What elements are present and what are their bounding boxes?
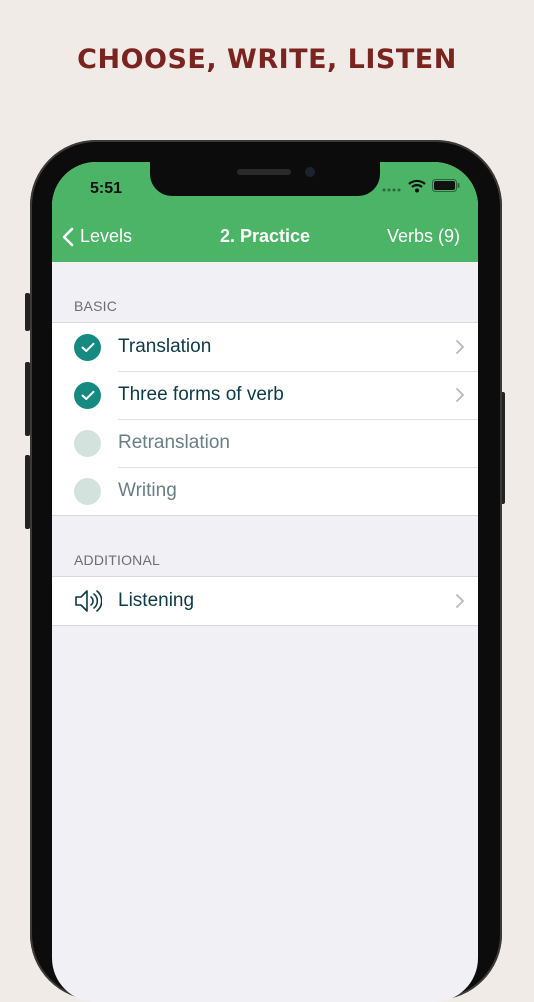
chevron-left-icon bbox=[62, 227, 74, 246]
promo-headline: CHOOSE, WRITE, LISTEN bbox=[77, 44, 457, 75]
speaker-icon bbox=[75, 590, 102, 612]
section-header-basic: BASIC bbox=[74, 298, 118, 314]
status-icons bbox=[382, 179, 460, 198]
list-item-label: Listening bbox=[118, 590, 195, 611]
list-item-listening[interactable]: Listening bbox=[52, 577, 478, 625]
chevron-right-icon bbox=[456, 340, 464, 354]
list-item-writing[interactable]: Writing bbox=[52, 467, 478, 515]
back-label: Levels bbox=[80, 226, 133, 246]
signal-dots-icon bbox=[382, 179, 402, 197]
additional-list: Listening bbox=[52, 576, 478, 626]
battery-icon bbox=[432, 179, 460, 197]
verbs-button[interactable]: Verbs (9) bbox=[387, 226, 460, 247]
unchecked-circle-icon bbox=[74, 478, 101, 505]
list-item-label: Writing bbox=[118, 480, 177, 501]
navigation-bar: 5:51 Levels 2. Practice Verbs (9) bbox=[52, 162, 478, 262]
phone-screen: 5:51 Levels 2. Practice Verbs (9) BASIC … bbox=[52, 162, 478, 1002]
list-item-label: Translation bbox=[118, 336, 212, 357]
chevron-right-icon bbox=[456, 388, 464, 402]
basic-list: Translation Three forms of verb Retransl… bbox=[52, 322, 478, 516]
chevron-right-icon bbox=[456, 594, 464, 608]
notch bbox=[150, 162, 380, 196]
unchecked-circle-icon bbox=[74, 430, 101, 457]
wifi-icon bbox=[408, 179, 426, 198]
front-camera bbox=[305, 167, 315, 177]
section-header-additional: ADDITIONAL bbox=[74, 552, 161, 568]
back-button[interactable]: Levels bbox=[62, 226, 132, 247]
checkmark-icon bbox=[74, 334, 101, 361]
list-item-label: Retranslation bbox=[118, 432, 230, 453]
status-time: 5:51 bbox=[90, 180, 123, 197]
list-item-retranslation[interactable]: Retranslation bbox=[52, 419, 478, 467]
list-item-label: Three forms of verb bbox=[118, 384, 284, 405]
earpiece-speaker bbox=[237, 169, 291, 175]
list-item-translation[interactable]: Translation bbox=[52, 323, 478, 371]
checkmark-icon bbox=[74, 382, 101, 409]
list-item-three-forms[interactable]: Three forms of verb bbox=[52, 371, 478, 419]
